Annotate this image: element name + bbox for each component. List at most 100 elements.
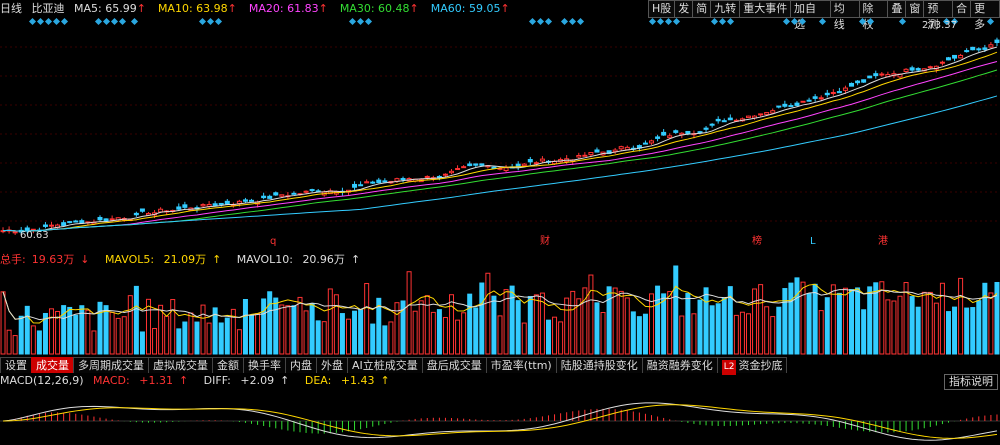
ma-line-30: [3, 69, 998, 232]
volume-bar: [527, 296, 533, 355]
tab-indicator[interactable]: AI立桩成交量: [347, 357, 423, 373]
ma-line-5: [3, 46, 998, 232]
volume-bar: [388, 321, 394, 355]
volume-bar: [909, 296, 915, 355]
event-marker[interactable]: q: [270, 236, 276, 248]
volume-bar: [36, 330, 42, 355]
toolbar-left-button[interactable]: 九转: [710, 0, 740, 18]
candle-body: [442, 173, 448, 176]
candle-body: [533, 162, 539, 165]
volume-bar: [836, 292, 842, 355]
tab-indicator[interactable]: 金额: [212, 357, 244, 373]
toolbar-right-button[interactable]: 窗: [905, 0, 924, 18]
price-chart[interactable]: [0, 18, 1000, 250]
candle-body: [939, 61, 945, 64]
volume-bar: [824, 297, 830, 355]
volume-bar: [927, 291, 933, 355]
toolbar-left-button[interactable]: 发: [674, 0, 693, 18]
volume-bar: [733, 314, 739, 355]
tab-indicator[interactable]: 融资融券变化: [641, 357, 718, 373]
candle-body: [242, 199, 248, 202]
candle-body: [927, 66, 933, 69]
candle-body: [218, 202, 224, 205]
toolbar-left-button[interactable]: H股: [648, 0, 675, 18]
candle-body: [224, 200, 230, 205]
volume-bar: [988, 292, 994, 355]
macd-chart[interactable]: [0, 373, 1000, 445]
volume-bar: [515, 300, 521, 355]
candle-body: [424, 175, 430, 178]
candle-body: [970, 46, 976, 51]
volume-bar: [261, 298, 267, 355]
toolbar-right-button[interactable]: 加自选: [790, 0, 830, 31]
toolbar-right-button[interactable]: 除权: [858, 0, 888, 31]
toolbar-right-button[interactable]: 合: [952, 0, 971, 18]
candle-body: [236, 200, 242, 204]
volume-bar: [521, 322, 527, 355]
candle-body: [836, 91, 842, 94]
candle-body: [103, 218, 109, 222]
candle-body: [527, 159, 533, 163]
tab-indicator[interactable]: L2 资金抄底: [716, 357, 788, 375]
tab-indicator[interactable]: 市盈率(ttm): [485, 357, 557, 373]
volume-bar: [612, 287, 618, 355]
toolbar-left-button[interactable]: 简: [692, 0, 711, 18]
candle-body: [588, 152, 594, 156]
tab-indicator[interactable]: 虚拟成交量: [148, 357, 213, 373]
volume-bar: [630, 311, 636, 355]
volume-bar: [455, 319, 461, 355]
candle-body: [812, 96, 818, 99]
volume-bar: [970, 307, 976, 355]
macd-plot[interactable]: [0, 373, 1000, 445]
candle-body: [964, 50, 970, 53]
volume-bar: [545, 319, 551, 355]
tab-indicator[interactable]: 盘后成交量: [421, 357, 487, 373]
tab-indicator[interactable]: 外盘: [316, 357, 348, 373]
tab-indicator[interactable]: 内盘: [285, 357, 317, 373]
volume-bar: [91, 330, 97, 355]
volume-bar: [449, 294, 455, 355]
candle-body: [782, 103, 788, 107]
event-marker[interactable]: 财: [540, 236, 550, 248]
candle-body: [745, 115, 751, 119]
toolbar-right-button[interactable]: 均线: [829, 0, 859, 31]
volume-bar: [624, 297, 630, 355]
volume-bar: [145, 298, 151, 355]
candle-body: [352, 183, 358, 188]
toolbar-right-button[interactable]: 更多: [970, 0, 1000, 31]
volume-bar: [352, 310, 358, 355]
volume-bar: [461, 312, 467, 355]
tab-indicator[interactable]: 设置: [0, 357, 32, 373]
volume-bar: [267, 291, 273, 355]
ma-legend-item: MA60: 59.05↑: [430, 2, 510, 15]
volume-bar: [49, 308, 55, 355]
toolbar-left-button[interactable]: 重大事件: [739, 0, 791, 18]
volume-bar: [127, 295, 133, 355]
volume-bar: [885, 299, 891, 355]
volume-bar: [291, 305, 297, 355]
volume-bar: [697, 299, 703, 355]
event-marker[interactable]: L: [810, 236, 816, 248]
volume-bar: [715, 303, 721, 355]
candle-body: [958, 54, 964, 59]
volume-bars[interactable]: [0, 252, 1000, 356]
tab-indicator[interactable]: 陆股通持股变化: [555, 357, 643, 373]
volume-chart[interactable]: [0, 252, 1000, 356]
volume-bar: [891, 300, 897, 355]
toolbar-right-button[interactable]: 预测: [923, 0, 953, 31]
volume-bar: [242, 299, 248, 355]
tab-indicator[interactable]: 多周期成交量: [73, 357, 149, 373]
candle-body: [788, 105, 794, 108]
candle-body: [158, 208, 164, 213]
candle-body: [503, 167, 509, 172]
event-marker[interactable]: 榜: [752, 236, 762, 248]
candle-body: [109, 218, 115, 221]
tab-indicator[interactable]: 成交量: [31, 357, 74, 373]
volume-bar: [782, 288, 788, 355]
toolbar-right-button[interactable]: 叠: [887, 0, 906, 18]
volume-bar: [315, 320, 321, 355]
event-marker[interactable]: 港: [878, 236, 888, 248]
tab-indicator[interactable]: 换手率: [243, 357, 286, 373]
period-label[interactable]: 日线: [0, 2, 22, 15]
candlestick-chart[interactable]: [0, 18, 1000, 250]
